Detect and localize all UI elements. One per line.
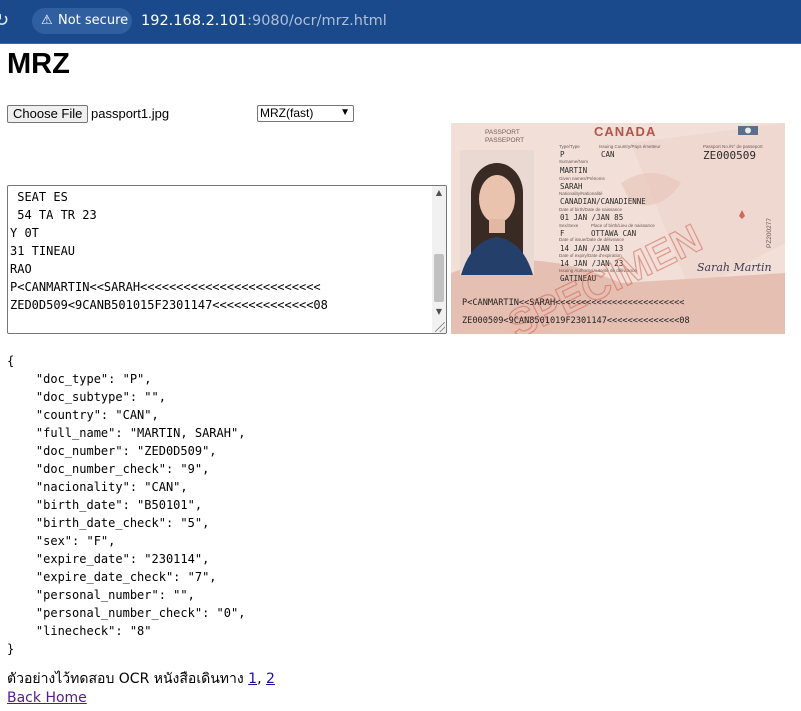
field-label: Surname/Nom	[559, 159, 588, 164]
ocr-text-area[interactable]: SEAT ES 54 TA TR 23 Y 0T 31 TINEAU RAO P…	[7, 185, 447, 334]
sample-separator: ,	[257, 671, 266, 687]
passport-mrz-line-2: ZE000509<9CAN8501019F2301147<<<<<<<<<<<<…	[462, 316, 690, 326]
resize-grip-icon[interactable]	[435, 322, 445, 332]
url-path: :9080/ocr/mrz.html	[247, 13, 387, 29]
signature: Sarah Martin	[697, 261, 772, 274]
choose-file-button[interactable]: Choose File	[7, 105, 89, 123]
selected-file-name: passport1.jpg	[91, 106, 170, 121]
field-value: F	[560, 229, 565, 238]
passport-number: ZE000509	[703, 149, 756, 162]
passport-image: PASSPORT PASSEPORT CANADA Type/Type Issu…	[451, 123, 785, 334]
back-home-link[interactable]: Back Home	[7, 689, 87, 708]
scroll-up-icon[interactable]: ▲	[432, 186, 446, 200]
field-label: Sex/Sexe	[559, 223, 579, 228]
url-host: 192.168.2.101	[141, 13, 248, 29]
field-value: SARAH	[560, 182, 583, 191]
field-label: Issuing Country/Pays émetteur	[599, 144, 661, 149]
scroll-down-icon[interactable]: ▼	[432, 305, 446, 319]
sample-link-2[interactable]: 2	[266, 671, 275, 687]
passport-country: CANADA	[594, 124, 656, 139]
field-label: Place of birth/Lieu de naissance	[591, 223, 655, 228]
field-label: Nationality/Nationalité	[559, 191, 603, 196]
page-title: MRZ	[7, 48, 70, 80]
field-label: Given names/Prénoms	[559, 176, 606, 181]
field-value: 14 JAN /JAN 13	[560, 244, 623, 253]
field-value: P	[560, 150, 565, 159]
chevron-down-icon: ▼	[340, 107, 350, 118]
security-indicator[interactable]: ⚠ Not secure	[32, 8, 132, 34]
warning-icon: ⚠	[41, 13, 53, 28]
passport-header-1: PASSPORT	[485, 129, 520, 136]
field-value: CANADIAN/CANADIENNE	[560, 197, 646, 206]
field-value: CAN	[601, 150, 615, 159]
field-value: 01 JAN /JAN 85	[560, 213, 623, 222]
mode-select-value: MRZ(fast)	[260, 106, 314, 120]
passport-header-2: PASSEPORT	[485, 137, 524, 144]
security-label: Not secure	[58, 13, 129, 28]
sample-note-text: ตัวอย่างไว้ทดสอบ OCR หนังสือเดินทาง	[7, 671, 249, 687]
ocr-text-content: SEAT ES 54 TA TR 23 Y 0T 31 TINEAU RAO P…	[10, 190, 328, 312]
sample-link-1[interactable]: 1	[248, 671, 257, 687]
field-value: MARTIN	[560, 166, 587, 175]
browser-toolbar: ↻ ⚠ Not secure 192.168.2.101:9080/ocr/mr…	[0, 0, 801, 44]
ocr-json-output: { "doc_type": "P", "doc_subtype": "", "c…	[7, 354, 246, 656]
sample-note: ตัวอย่างไว้ทดสอบ OCR หนังสือเดินทาง 1, 2	[7, 670, 275, 689]
passport-mrz-line-1: P<CANMARTIN<<SARAH<<<<<<<<<<<<<<<<<<<<<<…	[462, 298, 684, 308]
scroll-thumb[interactable]	[434, 254, 444, 302]
address-bar[interactable]: 192.168.2.101:9080/ocr/mrz.html	[141, 11, 387, 31]
side-number: PZ200277	[766, 218, 773, 248]
field-value: OTTAWA CAN	[591, 229, 636, 238]
mode-select[interactable]: MRZ(fast) ▼	[257, 105, 354, 122]
field-label: Date of birth/Date de naissance	[559, 207, 623, 212]
textarea-scrollbar[interactable]: ▲ ▼	[432, 186, 446, 333]
field-label: Type/Type	[559, 144, 580, 149]
reload-icon[interactable]: ↻	[0, 11, 14, 31]
